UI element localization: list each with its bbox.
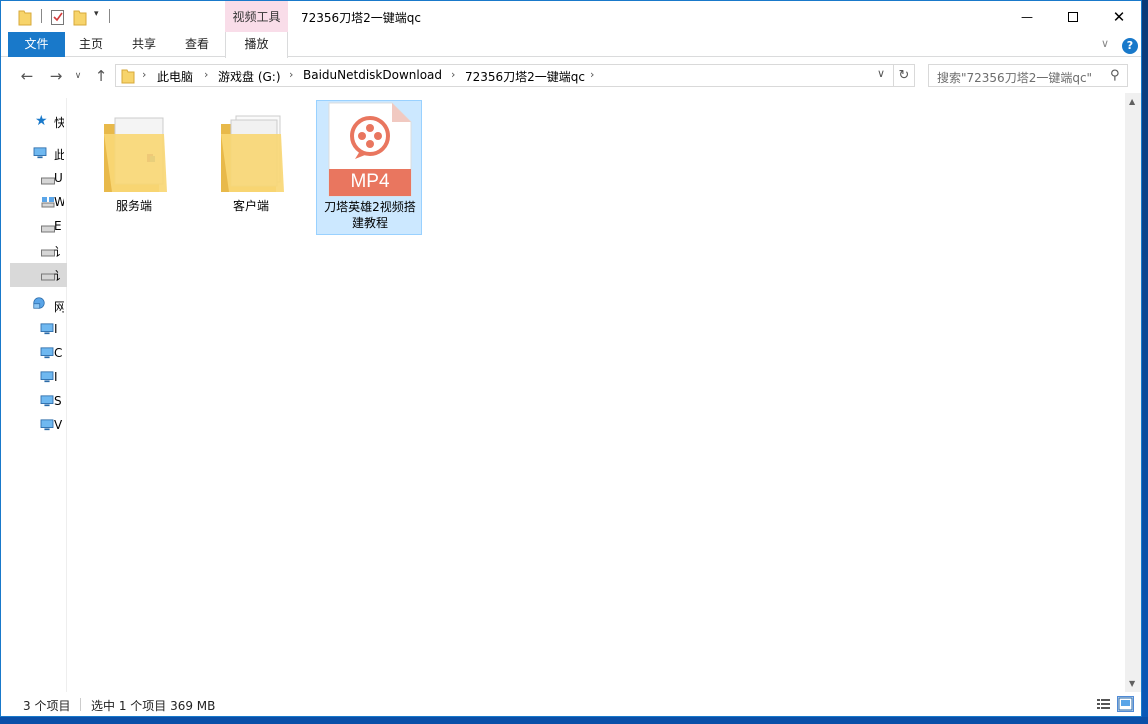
item-count: 3 个项目 bbox=[23, 699, 71, 713]
file-item-mp4-selected[interactable]: MP4 刀塔英雄2视频搭建教程 bbox=[316, 100, 422, 235]
drive-icon bbox=[41, 177, 55, 185]
search-box[interactable]: 搜索"72356刀塔2一键端qc" ⚲ bbox=[928, 64, 1128, 87]
nav-item-computer[interactable]: I bbox=[10, 366, 67, 390]
nav-item-drive[interactable]: U bbox=[10, 167, 67, 191]
forward-button[interactable]: → bbox=[47, 67, 65, 85]
breadcrumb-separator-icon[interactable]: › bbox=[451, 68, 455, 81]
forward-arrow-icon: → bbox=[49, 67, 63, 85]
minimize-icon: — bbox=[1021, 9, 1033, 24]
separator bbox=[41, 9, 42, 23]
minimize-button[interactable]: — bbox=[1004, 1, 1050, 32]
large-icons-view-button[interactable] bbox=[1117, 696, 1134, 712]
breadcrumb-separator-icon[interactable]: › bbox=[289, 68, 293, 81]
ribbon-tabs: 文件 主页 共享 查看 播放 bbox=[1, 32, 1141, 58]
breadcrumb-separator-icon[interactable]: › bbox=[142, 68, 146, 81]
properties-icon[interactable] bbox=[50, 7, 66, 27]
computer-icon bbox=[40, 347, 54, 359]
navigation-pane: ★ 快 此 U W E 讠 讠 网 bbox=[10, 98, 67, 692]
folder-icon bbox=[221, 115, 284, 192]
tab-share[interactable]: 共享 bbox=[124, 32, 164, 57]
address-history-dropdown-icon[interactable]: ∨ bbox=[877, 67, 885, 80]
separator bbox=[109, 9, 110, 23]
nav-item-quick-access[interactable]: ★ 快 bbox=[10, 110, 67, 134]
tab-file[interactable]: 文件 bbox=[8, 32, 65, 57]
star-icon: ★ bbox=[35, 113, 48, 129]
scroll-up-icon[interactable]: ▲ bbox=[1129, 97, 1135, 106]
computer-icon bbox=[40, 323, 54, 335]
up-button[interactable]: ↑ bbox=[92, 67, 110, 85]
search-icon: ⚲ bbox=[1110, 68, 1120, 83]
details-view-icon bbox=[1097, 699, 1110, 709]
details-view-button[interactable] bbox=[1095, 696, 1112, 712]
tab-home[interactable]: 主页 bbox=[71, 32, 111, 57]
large-icons-view-icon bbox=[1118, 697, 1133, 711]
expand-ribbon-icon[interactable]: ∨ bbox=[1101, 37, 1109, 50]
explorer-window: ▾ 视频工具 72356刀塔2一键端qc — ✕ 文件 主页 共享 查看 播放 … bbox=[0, 0, 1142, 717]
nav-item-this-pc[interactable]: 此 bbox=[10, 142, 67, 166]
folder-icon bbox=[104, 117, 167, 192]
computer-icon bbox=[40, 371, 54, 383]
computer-icon bbox=[33, 147, 47, 159]
folder-icon[interactable] bbox=[18, 7, 32, 27]
file-name: 服务端 bbox=[115, 199, 152, 213]
drive-icon bbox=[41, 225, 55, 233]
close-button[interactable]: ✕ bbox=[1096, 1, 1141, 32]
breadcrumb-baidunetdisk[interactable]: BaiduNetdiskDownload bbox=[303, 68, 442, 82]
maximize-button[interactable] bbox=[1050, 1, 1096, 32]
maximize-icon bbox=[1068, 11, 1078, 22]
window-title: 72356刀塔2一键端qc bbox=[301, 11, 422, 25]
refresh-button[interactable]: ↻ bbox=[894, 64, 915, 87]
title-bar: ▾ 视频工具 72356刀塔2一键端qc — ✕ bbox=[1, 1, 1141, 32]
refresh-icon: ↻ bbox=[898, 68, 910, 83]
file-item-folder-client[interactable]: 客户端 bbox=[198, 100, 304, 235]
address-bar[interactable]: › 此电脑 › 游戏盘 (G:) › BaiduNetdiskDownload … bbox=[115, 64, 894, 87]
back-arrow-icon: ← bbox=[20, 67, 34, 85]
network-icon bbox=[33, 297, 45, 309]
desktop-background bbox=[0, 717, 1148, 724]
nav-item-drive[interactable]: E bbox=[10, 215, 67, 239]
computer-icon bbox=[40, 395, 54, 407]
tab-play[interactable]: 播放 bbox=[225, 32, 288, 58]
search-input[interactable]: 搜索"72356刀塔2一键端qc" bbox=[937, 69, 1092, 86]
drive-icon bbox=[41, 273, 55, 281]
context-tab-video-tools: 视频工具 bbox=[225, 1, 288, 32]
drive-icon bbox=[41, 249, 55, 257]
selection-info: 选中 1 个项目 369 MB bbox=[91, 699, 216, 713]
new-folder-icon[interactable] bbox=[73, 7, 87, 27]
help-icon[interactable]: ? bbox=[1122, 38, 1138, 54]
mp4-badge: MP4 bbox=[350, 171, 390, 192]
nav-item-network-drive[interactable]: W bbox=[10, 191, 67, 215]
vertical-scrollbar[interactable]: ▲ ▼ bbox=[1125, 93, 1141, 692]
computer-icon bbox=[40, 419, 54, 431]
back-button[interactable]: ← bbox=[18, 67, 36, 85]
nav-item-computer[interactable]: I bbox=[10, 318, 67, 342]
file-list: 服务端 客户端 MP4 刀塔英雄2视频搭建教程 bbox=[68, 93, 1125, 692]
file-item-folder-server[interactable]: 服务端 bbox=[81, 100, 187, 235]
file-name: 刀塔英雄2视频搭建教程 bbox=[324, 200, 416, 230]
breadcrumb-separator-icon[interactable]: › bbox=[590, 68, 594, 81]
nav-item-computer[interactable]: V bbox=[10, 414, 67, 438]
file-name: 客户端 bbox=[232, 199, 269, 213]
nav-item-computer[interactable]: C bbox=[10, 342, 67, 366]
nav-item-computer[interactable]: S bbox=[10, 390, 67, 414]
nav-item-drive[interactable]: 讠 bbox=[10, 239, 67, 263]
nav-item-drive-selected[interactable]: 讠 bbox=[10, 263, 67, 287]
scroll-down-icon[interactable]: ▼ bbox=[1129, 679, 1135, 688]
tab-view[interactable]: 查看 bbox=[177, 32, 217, 57]
separator bbox=[80, 698, 81, 711]
status-bar: 3 个项目 选中 1 个项目 369 MB bbox=[1, 692, 1141, 716]
folder-icon bbox=[121, 69, 135, 84]
up-arrow-icon: ↑ bbox=[94, 67, 108, 85]
recent-locations-button[interactable]: ∨ bbox=[69, 67, 87, 85]
close-icon: ✕ bbox=[1112, 7, 1126, 26]
nav-item-network[interactable]: 网 bbox=[10, 294, 67, 318]
breadcrumb-current-folder[interactable]: 72356刀塔2一键端qc bbox=[465, 68, 585, 85]
breadcrumb-drive-g[interactable]: 游戏盘 (G:) bbox=[218, 68, 281, 85]
desktop-background bbox=[1142, 0, 1148, 724]
breadcrumb-separator-icon[interactable]: › bbox=[204, 68, 208, 81]
breadcrumb-this-pc[interactable]: 此电脑 bbox=[157, 68, 193, 85]
chevron-down-icon: ∨ bbox=[74, 71, 82, 81]
network-drive-icon bbox=[41, 197, 55, 208]
customize-quick-access-icon[interactable]: ▾ bbox=[94, 9, 99, 29]
